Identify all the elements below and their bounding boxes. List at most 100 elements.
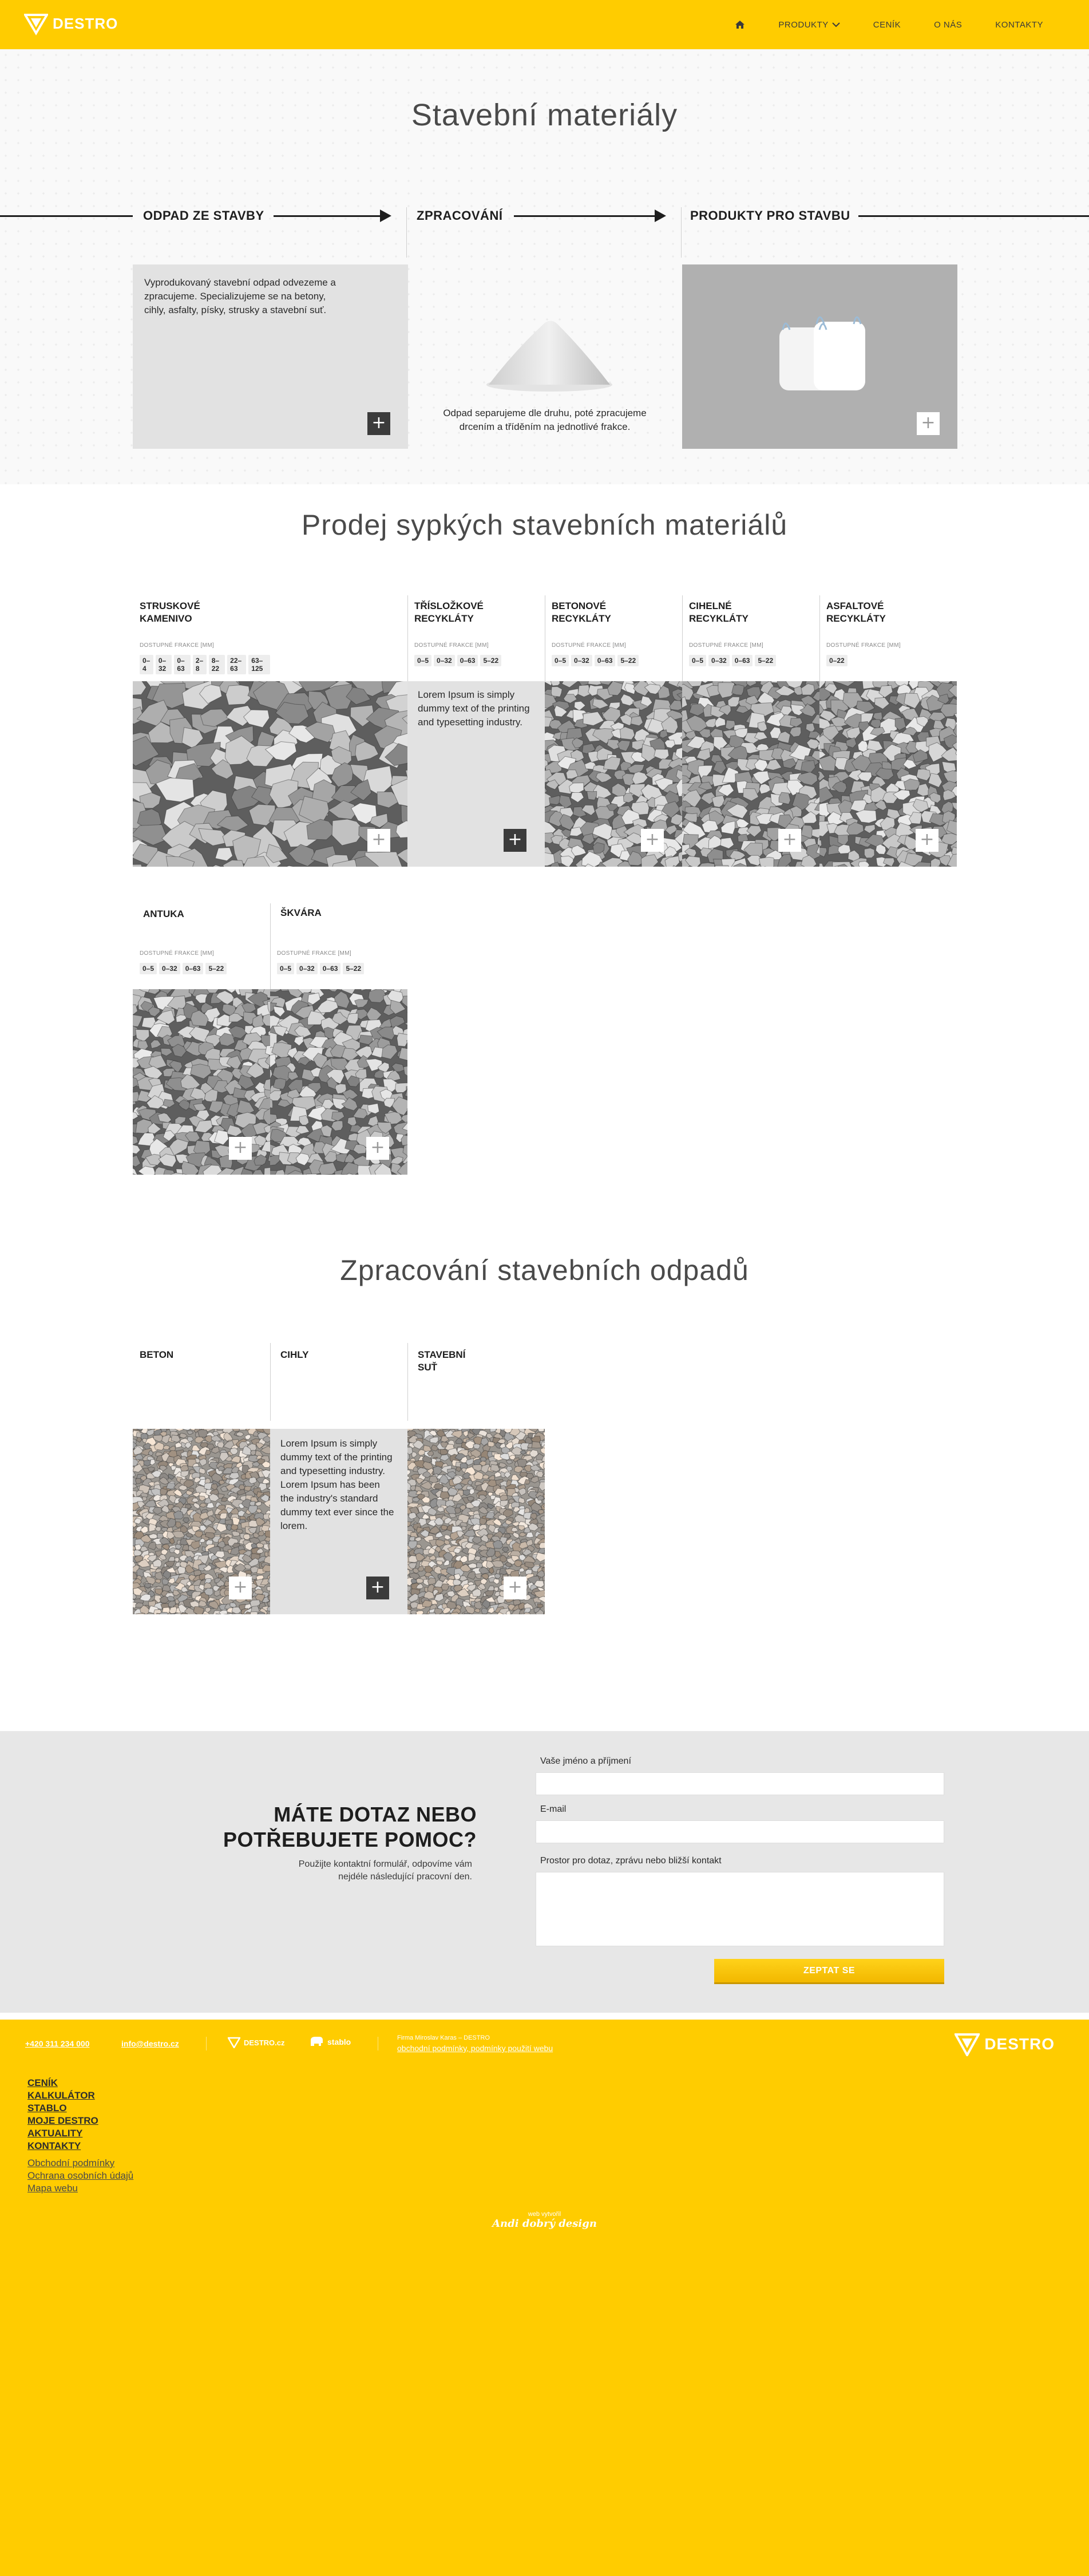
footer-nav-moje-destro[interactable]: MOJE DESTRO (27, 2115, 133, 2127)
processing-image-sut[interactable]: + (407, 1429, 545, 1614)
footer-brand-stablo[interactable]: stablo (309, 2036, 351, 2048)
plus-icon[interactable]: + (367, 412, 390, 435)
fraction-chip[interactable]: 8–22 (208, 655, 225, 674)
step-text-odpad: Vyprodukovaný stavební odpad odvezeme a … (144, 277, 336, 315)
product-card-skvara[interactable]: ŠKVÁRA DOSTUPNÉ FRAKCE [mm] 0–5 0–32 0–6… (270, 900, 407, 989)
footer-phone[interactable]: +420 311 234 000 (25, 2039, 90, 2048)
footer-nav-kontakty[interactable]: KONTAKTY (27, 2140, 133, 2152)
fraction-chip[interactable]: 0–63 (594, 655, 616, 666)
plus-icon[interactable]: + (366, 1577, 389, 1599)
nav-o-nas[interactable]: O NÁS (934, 20, 962, 30)
fraction-chip[interactable]: 0–32 (155, 655, 172, 674)
processing-hover-cihly[interactable]: Lorem Ipsum is simply dummy text of the … (270, 1429, 407, 1614)
footer-link-obchodni[interactable]: Obchodní podmínky (27, 2157, 133, 2170)
fraction-chip[interactable]: 0–5 (414, 655, 432, 666)
email-field[interactable] (536, 1820, 944, 1843)
plus-icon[interactable]: + (916, 829, 938, 852)
product-card-antuka[interactable]: ANTUKA DOSTUPNÉ FRAKCE [mm] 0–5 0–32 0–6… (133, 900, 270, 989)
fraction-chip[interactable]: 5–22 (755, 655, 777, 666)
fraction-chip[interactable]: 0–32 (159, 963, 180, 974)
plus-icon[interactable]: + (366, 1137, 389, 1160)
plus-icon[interactable]: + (504, 829, 526, 852)
product-hover-trislozkove[interactable]: Lorem Ipsum is simply dummy text of the … (407, 681, 545, 867)
stone (134, 1518, 141, 1524)
product-image-asfaltove[interactable]: + (819, 681, 957, 867)
fraction-chip[interactable]: 2–8 (192, 655, 207, 674)
nav-cenik[interactable]: CENÍK (873, 20, 901, 30)
logo-text: DESTRO (53, 14, 118, 32)
product-image-skvara[interactable]: + (270, 989, 407, 1175)
footer-nav-stablo[interactable]: STABLO (27, 2102, 133, 2115)
fraction-chip[interactable]: 0–63 (457, 655, 478, 666)
footer-brand-destro[interactable]: DESTRO.cz (228, 2037, 285, 2048)
fraction-chip[interactable]: 0–32 (296, 963, 318, 974)
processing-card-cihly[interactable]: CIHLY (270, 1343, 407, 1421)
fraction-chip[interactable]: 5–22 (480, 655, 502, 666)
footer-nav-aktuality[interactable]: AKTUALITY (27, 2127, 133, 2140)
plus-icon[interactable]: + (229, 1577, 252, 1599)
processing-card-beton[interactable]: BETON (133, 1343, 270, 1421)
name-field[interactable] (536, 1772, 944, 1795)
fraction-chip[interactable]: 0–5 (140, 963, 157, 974)
step-box-zpracovani[interactable]: Odpad separujeme dle druhu, poté zpracuj… (407, 264, 683, 449)
plus-icon[interactable]: + (504, 1577, 526, 1599)
product-image-struskove[interactable]: + (133, 681, 407, 867)
submit-button[interactable]: ZEPTAT SE (714, 1959, 944, 1984)
stone (225, 685, 251, 705)
fraction-chip[interactable]: 5–22 (343, 963, 365, 974)
fraction-chip[interactable]: 22–63 (227, 655, 247, 674)
fraction-chip[interactable]: 0–32 (708, 655, 730, 666)
plus-icon[interactable]: + (367, 829, 390, 852)
fraction-chip[interactable]: 0–5 (552, 655, 569, 666)
fraction-chip[interactable]: 5–22 (617, 655, 639, 666)
footer-legal-link[interactable]: obchodní podmínky, podmínky použití webu (397, 2044, 553, 2053)
product-card-trislozkove[interactable]: TŘÍSLOŽKOVÉ RECYKLÁTY DOSTUPNÉ FRAKCE [m… (407, 592, 545, 681)
step-box-odpad[interactable]: Vyprodukovaný stavební odpad odvezeme a … (133, 264, 408, 449)
footer-nav-kalkulator[interactable]: KALKULÁTOR (27, 2089, 133, 2102)
product-card-betonove[interactable]: BETONOVÉ RECYKLÁTY DOSTUPNÉ FRAKCE [mm] … (545, 592, 682, 681)
fraction-chip[interactable]: 0–5 (277, 963, 295, 974)
nav-produkty[interactable]: PRODUKTY (778, 20, 840, 30)
stone (540, 1527, 545, 1532)
fraction-chip[interactable]: 0–32 (434, 655, 455, 666)
main-nav: PRODUKTY CENÍK O NÁS KONTAKTY (735, 0, 1043, 49)
fraction-chip[interactable]: 0–63 (731, 655, 753, 666)
stone (550, 681, 561, 686)
fraction-chip[interactable]: 0–22 (826, 655, 848, 666)
step-box-produkty[interactable]: + (682, 264, 957, 449)
processing-card-sut[interactable]: STAVEBNÍ SUŤ (407, 1343, 545, 1421)
footer-email[interactable]: info@destro.cz (121, 2039, 179, 2048)
fraction-chip[interactable]: 0–32 (571, 655, 592, 666)
stone (203, 1613, 209, 1614)
plus-icon[interactable]: + (917, 412, 940, 435)
fraction-chip[interactable]: 63–125 (248, 655, 270, 674)
footer-logo[interactable]: DESTRO (955, 2032, 1055, 2056)
plus-icon[interactable]: + (641, 829, 664, 852)
product-card-cihelne[interactable]: CIHELNÉ RECYKLÁTY DOSTUPNÉ FRAKCE [mm] 0… (682, 592, 819, 681)
destro-logo[interactable]: DESTRO (24, 11, 118, 35)
product-image-antuka[interactable]: + (133, 989, 270, 1175)
plus-icon[interactable]: + (229, 1137, 252, 1160)
nav-kontakty[interactable]: KONTAKTY (995, 20, 1043, 30)
product-card-struskove[interactable]: STRUSKOVÉ KAMENIVO DOSTUPNÉ FRAKCE [mm] … (133, 592, 270, 681)
footer-link-ochrana[interactable]: Ochrana osobních údajů (27, 2170, 133, 2182)
fraction-chip[interactable]: 0–63 (319, 963, 341, 974)
message-field[interactable] (536, 1872, 944, 1946)
fraction-chip[interactable]: 0–5 (689, 655, 707, 666)
product-image-betonove[interactable]: + (545, 681, 682, 867)
fraction-chip[interactable]: 0–63 (182, 963, 204, 974)
product-card-asfaltove[interactable]: ASFALTOVÉ RECYKLÁTY DOSTUPNÉ FRAKCE [mm]… (819, 592, 957, 681)
fraction-chip[interactable]: 0–4 (140, 655, 153, 674)
stone (473, 1443, 481, 1449)
nav-home[interactable] (735, 20, 745, 29)
footer-link-mapa[interactable]: Mapa webu (27, 2182, 133, 2195)
flow-line (274, 215, 383, 217)
product-name: BETONOVÉ RECYKLÁTY (552, 600, 611, 624)
product-image-cihelne[interactable]: + (682, 681, 819, 867)
footer-nav-cenik[interactable]: CENÍK (27, 2077, 133, 2089)
fraction-chip[interactable]: 5–22 (205, 963, 227, 974)
processing-image-beton[interactable]: + (133, 1429, 270, 1614)
plus-icon[interactable]: + (778, 829, 801, 852)
footer-credit[interactable]: web vytvořil Andi dobrý design (0, 2211, 1089, 2230)
fraction-chip[interactable]: 0–63 (174, 655, 191, 674)
